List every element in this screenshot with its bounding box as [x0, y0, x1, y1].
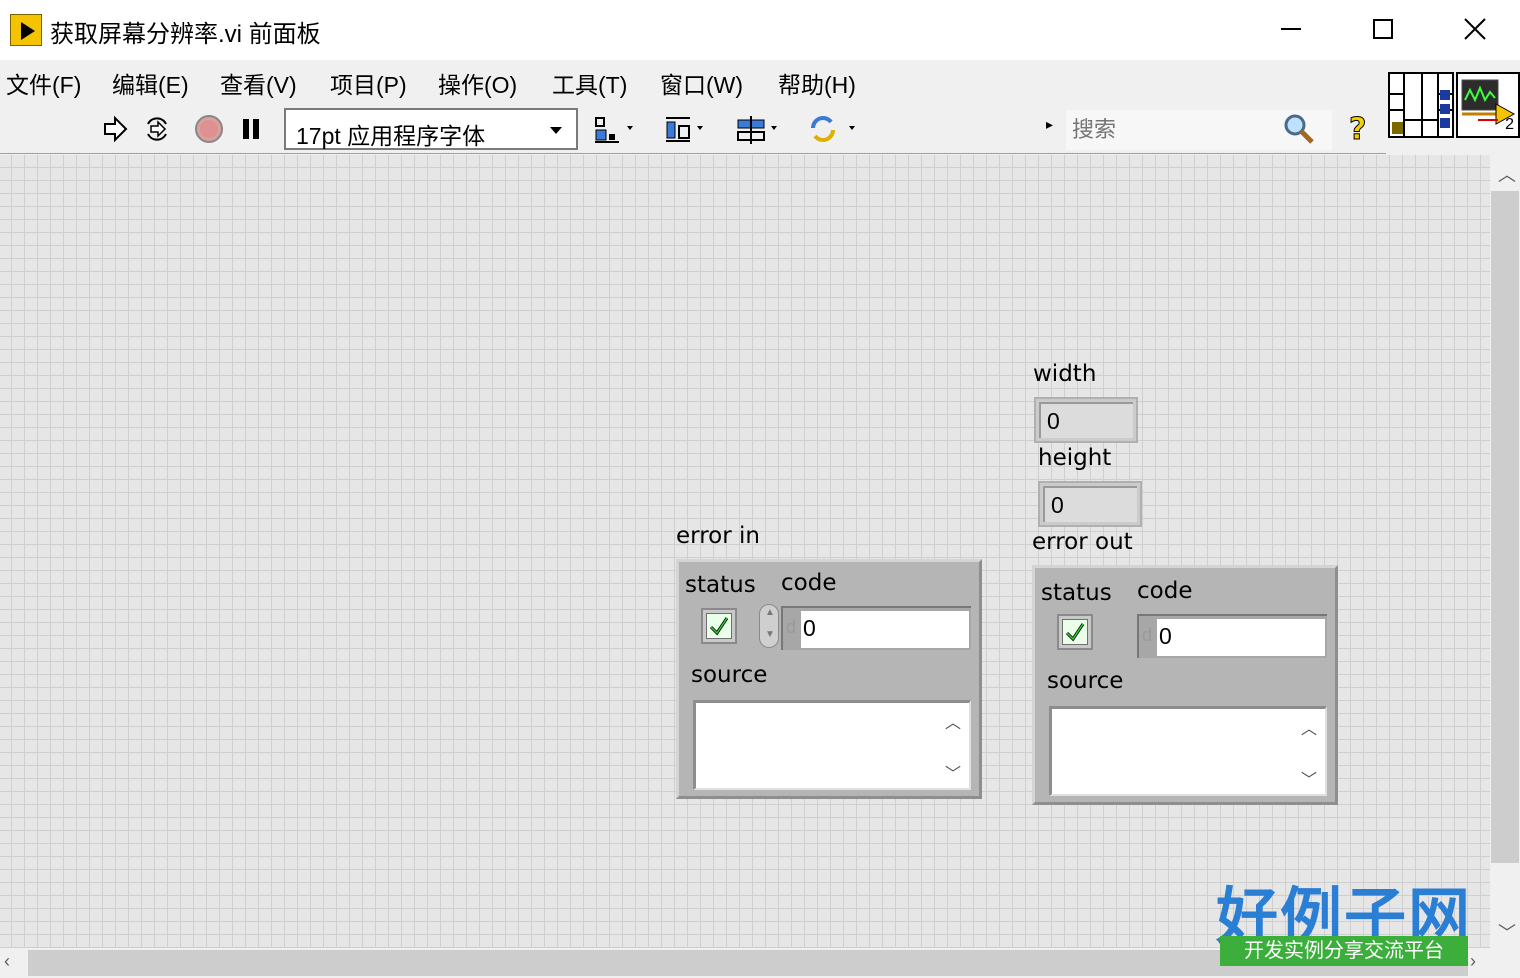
- help-question-icon: ?: [1349, 113, 1367, 145]
- run-button[interactable]: [100, 114, 130, 144]
- reorder-icon: [811, 116, 855, 142]
- width-label: width: [1033, 361, 1097, 387]
- scroll-up-icon[interactable]: ︿: [1301, 715, 1317, 739]
- error-out-code-indicator: d 0: [1137, 614, 1327, 658]
- abort-button[interactable]: [194, 114, 224, 144]
- code-increment-decrement[interactable]: ▲ ▼: [759, 604, 779, 648]
- close-icon: [1464, 18, 1486, 40]
- svg-text:?: ?: [1349, 113, 1366, 145]
- error-out-label: error out: [1032, 529, 1133, 555]
- error-in-code-value: 0: [803, 615, 816, 641]
- error-out-status-indicator: [1057, 614, 1093, 650]
- scroll-down-icon[interactable]: ﹀: [945, 760, 961, 784]
- vertical-scroll-thumb[interactable]: [1491, 191, 1519, 863]
- decrement-arrow-icon[interactable]: ▼: [765, 629, 775, 640]
- error-in-status-indicator[interactable]: [701, 608, 737, 644]
- maximize-icon: [1373, 19, 1393, 39]
- minimize-icon: [1281, 28, 1301, 30]
- reorder-button[interactable]: [806, 114, 862, 144]
- scroll-left-arrow-icon[interactable]: ‹: [4, 951, 10, 972]
- code-radix-indicator[interactable]: d: [786, 617, 796, 638]
- watermark-logo-subtext: 开发实例分享交流平台: [1220, 936, 1468, 966]
- scroll-down-arrow-icon[interactable]: ﹀: [1498, 919, 1516, 945]
- chevron-down-icon: [550, 127, 562, 134]
- height-value: 0: [1051, 492, 1064, 518]
- error-out-code-field: 0: [1157, 619, 1325, 656]
- connector-pane-icon: [1390, 74, 1452, 136]
- distribute-objects-icon: [666, 117, 703, 142]
- error-in-source-label: source: [691, 662, 768, 688]
- code-radix-indicator[interactable]: d: [1142, 625, 1152, 646]
- scroll-up-icon[interactable]: ︿: [945, 709, 961, 733]
- menu-window[interactable]: 窗口(W): [660, 66, 743, 100]
- menu-help[interactable]: 帮助(H): [778, 66, 856, 100]
- status-led: [706, 613, 732, 639]
- watermark-logo: 好例子网 开发实例分享交流平台: [1216, 866, 1470, 968]
- run-continuously-button[interactable]: [142, 114, 172, 144]
- error-in-code-control[interactable]: d 0: [781, 606, 971, 650]
- search-magnifier-icon[interactable]: [1282, 112, 1316, 146]
- run-arrow-icon: [104, 115, 128, 143]
- toolbar: 17pt 应用程序字体 ▸ ?: [0, 102, 1386, 154]
- width-indicator-field: 0: [1039, 402, 1133, 438]
- search-expand-icon[interactable]: ▸: [1046, 116, 1053, 133]
- connector-count: 2: [1505, 116, 1514, 133]
- scroll-down-icon[interactable]: ﹀: [1301, 766, 1317, 790]
- align-objects-button[interactable]: [592, 114, 642, 144]
- font-select-value: 17pt 应用程序字体: [296, 123, 486, 149]
- menu-tools[interactable]: 工具(T): [552, 66, 627, 100]
- maximize-button[interactable]: [1360, 8, 1406, 50]
- close-button[interactable]: [1452, 8, 1498, 50]
- vertical-scrollbar[interactable]: ︿ ﹀: [1490, 155, 1520, 948]
- title-bar: 获取屏幕分辨率.vi 前面板: [0, 0, 1520, 60]
- abort-icon: [195, 115, 223, 143]
- width-value: 0: [1047, 408, 1060, 434]
- error-in-status-label: status: [685, 572, 756, 598]
- error-out-code-label: code: [1137, 578, 1193, 604]
- increment-arrow-icon[interactable]: ▲: [765, 607, 775, 618]
- height-label: height: [1038, 445, 1112, 471]
- menu-view[interactable]: 查看(V): [220, 66, 297, 100]
- search-box[interactable]: [1066, 110, 1332, 150]
- resize-objects-icon: [737, 116, 777, 144]
- distribute-objects-button[interactable]: [662, 114, 712, 144]
- minimize-button[interactable]: [1268, 8, 1314, 50]
- resize-objects-button[interactable]: [734, 114, 784, 144]
- error-in-cluster[interactable]: status code ▲ ▼ d 0 source ︿ ﹀: [676, 559, 982, 799]
- pause-icon: [243, 119, 259, 139]
- error-out-source-field: ︿ ﹀: [1049, 706, 1327, 796]
- menu-edit[interactable]: 编辑(E): [112, 66, 189, 100]
- font-select-dropdown[interactable]: 17pt 应用程序字体: [284, 108, 578, 150]
- menu-file[interactable]: 文件(F): [6, 66, 81, 100]
- height-indicator-field: 0: [1043, 486, 1137, 522]
- error-out-status-label: status: [1041, 580, 1112, 606]
- menu-project[interactable]: 项目(P): [330, 66, 407, 100]
- search-input[interactable]: [1072, 116, 1272, 144]
- checkmark-icon: [709, 617, 729, 636]
- menu-bar: 文件(F) 编辑(E) 查看(V) 项目(P) 操作(O) 工具(T) 窗口(W…: [0, 60, 1386, 102]
- menu-operate[interactable]: 操作(O): [438, 66, 517, 100]
- window-title: 获取屏幕分辨率.vi 前面板: [50, 21, 321, 48]
- pause-button[interactable]: [236, 114, 266, 144]
- context-help-button[interactable]: ?: [1344, 113, 1374, 145]
- height-indicator: 0: [1038, 481, 1142, 527]
- error-out-cluster[interactable]: status code d 0 source ︿ ﹀: [1032, 565, 1338, 805]
- labview-vi-icon: [10, 14, 42, 46]
- width-indicator: 0: [1034, 397, 1138, 443]
- align-objects-icon: [595, 117, 633, 143]
- status-led: [1062, 619, 1088, 645]
- labview-front-panel-window: 获取屏幕分辨率.vi 前面板 文件(F) 编辑(E) 查看(V) 项目(P) 操…: [0, 0, 1520, 978]
- error-in-code-label: code: [781, 570, 837, 596]
- checkmark-icon: [1065, 623, 1085, 642]
- connector-pane[interactable]: [1388, 72, 1454, 138]
- error-in-label: error in: [676, 523, 760, 549]
- error-in-source-field[interactable]: ︿ ﹀: [693, 700, 971, 790]
- error-out-source-label: source: [1047, 668, 1124, 694]
- run-continuously-icon: [147, 117, 167, 141]
- vi-icon[interactable]: 2: [1456, 72, 1520, 138]
- error-out-code-value: 0: [1159, 623, 1172, 649]
- error-in-code-field[interactable]: 0: [801, 611, 969, 648]
- front-panel-canvas[interactable]: width 0 height 0 error in status code ▲ …: [0, 155, 1490, 948]
- scroll-up-arrow-icon[interactable]: ︿: [1498, 161, 1516, 187]
